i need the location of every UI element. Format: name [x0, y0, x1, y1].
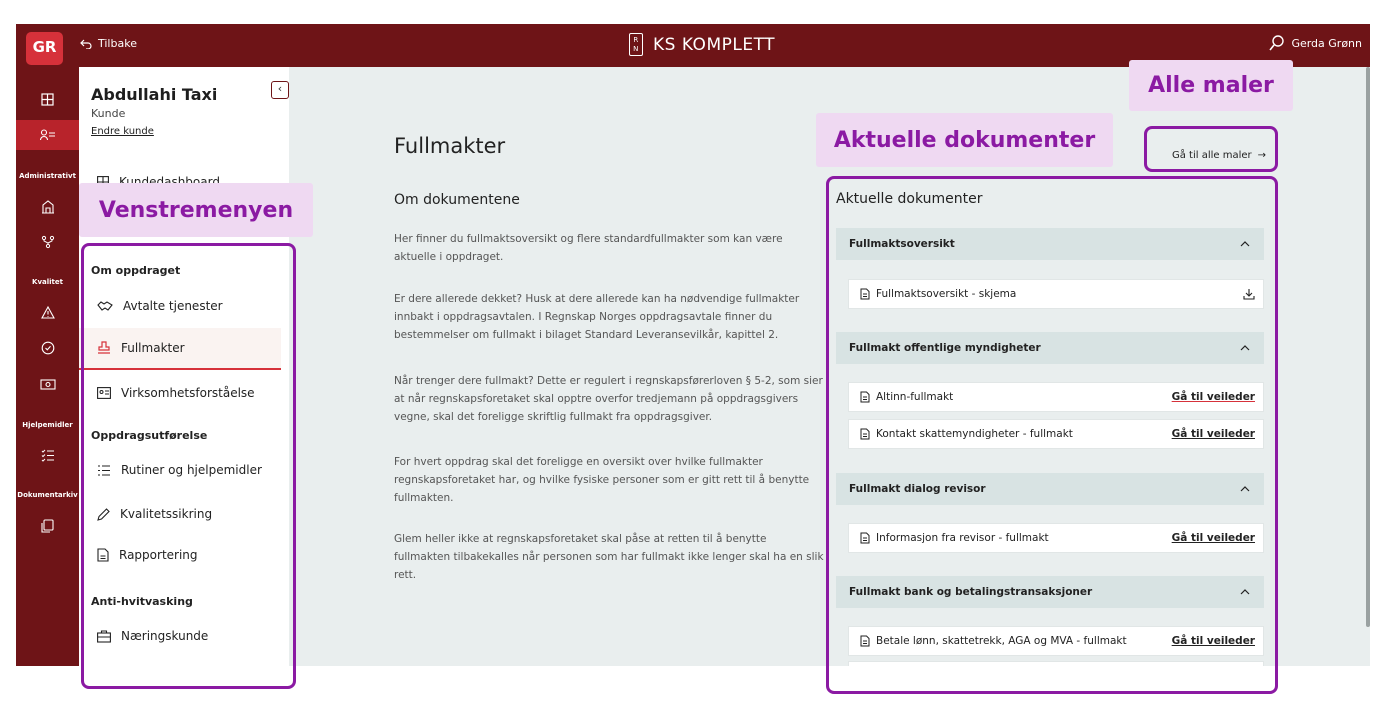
- user-menu[interactable]: Gerda Grønn: [1269, 35, 1362, 51]
- collapse-sidebar-button[interactable]: ‹: [271, 81, 289, 99]
- rail-customers-button[interactable]: [16, 120, 79, 150]
- rail-label-hjelpemidler: Hjelpemidler: [22, 421, 73, 429]
- section-heading: Om dokumentene: [394, 192, 520, 208]
- rail-warning-button[interactable]: [16, 297, 79, 327]
- warning-icon: [40, 305, 55, 319]
- user-name: Gerda Grønn: [1291, 36, 1362, 50]
- rn-logo-icon: R N: [629, 33, 643, 56]
- paragraph-4: For hvert oppdrag skal det foreligge en …: [394, 456, 810, 504]
- rail-label-dokumentarkiv: Dokumentarkiv: [17, 491, 78, 499]
- grid-icon: [41, 92, 54, 106]
- user-icon: [1269, 35, 1285, 51]
- rail-check-button[interactable]: [16, 333, 79, 363]
- annotation-box-aktuelle: [826, 176, 1278, 694]
- rail-money-button[interactable]: [16, 369, 79, 399]
- paragraph-1: Her finner du fullmaktsoversikt og flere…: [394, 233, 783, 263]
- change-client-link[interactable]: Endre kunde: [91, 126, 154, 137]
- back-button[interactable]: Tilbake: [80, 37, 137, 50]
- rail-grid-button[interactable]: [16, 84, 79, 114]
- rail-network-button[interactable]: [16, 227, 79, 257]
- paragraph-2: Er dere allerede dekket? Husk at dere al…: [394, 293, 800, 341]
- documents-icon: [41, 519, 54, 533]
- scrollbar[interactable]: [1366, 67, 1370, 627]
- rail-building-button[interactable]: [16, 192, 79, 222]
- rail-documents-button[interactable]: [16, 511, 79, 541]
- back-arrow-icon: [80, 39, 92, 49]
- money-icon: [39, 378, 56, 390]
- rail-label-administrativt: Administrativt: [19, 172, 76, 180]
- app-title-text: KS KOMPLETT: [653, 34, 776, 55]
- annotation-venstremenyen: Venstremenyen: [79, 183, 313, 237]
- page-title: Fullmakter: [394, 134, 506, 158]
- building-icon: [41, 200, 54, 214]
- people-list-icon: [39, 129, 55, 141]
- brand-badge[interactable]: GR: [26, 32, 63, 65]
- paragraph-3: Når trenger dere fullmakt? Dette er regu…: [394, 375, 823, 423]
- rail-label-kvalitet: Kvalitet: [32, 278, 63, 286]
- rail-checklist-button[interactable]: [16, 440, 79, 470]
- checklist-icon: [41, 449, 54, 462]
- client-name: Abdullahi Taxi: [91, 85, 218, 104]
- annotation-aktuelle-dokumenter: Aktuelle dokumenter: [816, 113, 1113, 167]
- annotation-alle-maler: Alle maler: [1129, 60, 1293, 111]
- paragraph-5: Glem heller ikke at regnskapsforetaket s…: [394, 533, 824, 581]
- icon-rail: Administrativt Kvalitet Hjelpemidler Dok…: [16, 67, 79, 666]
- app-title: R N KS KOMPLETT: [629, 33, 775, 56]
- network-icon: [41, 235, 54, 249]
- client-role: Kunde: [91, 107, 126, 120]
- annotation-box-alle-maler: [1144, 126, 1278, 172]
- annotation-box-venstremenyen: [81, 243, 296, 689]
- check-circle-icon: [41, 341, 54, 355]
- back-label: Tilbake: [98, 37, 137, 50]
